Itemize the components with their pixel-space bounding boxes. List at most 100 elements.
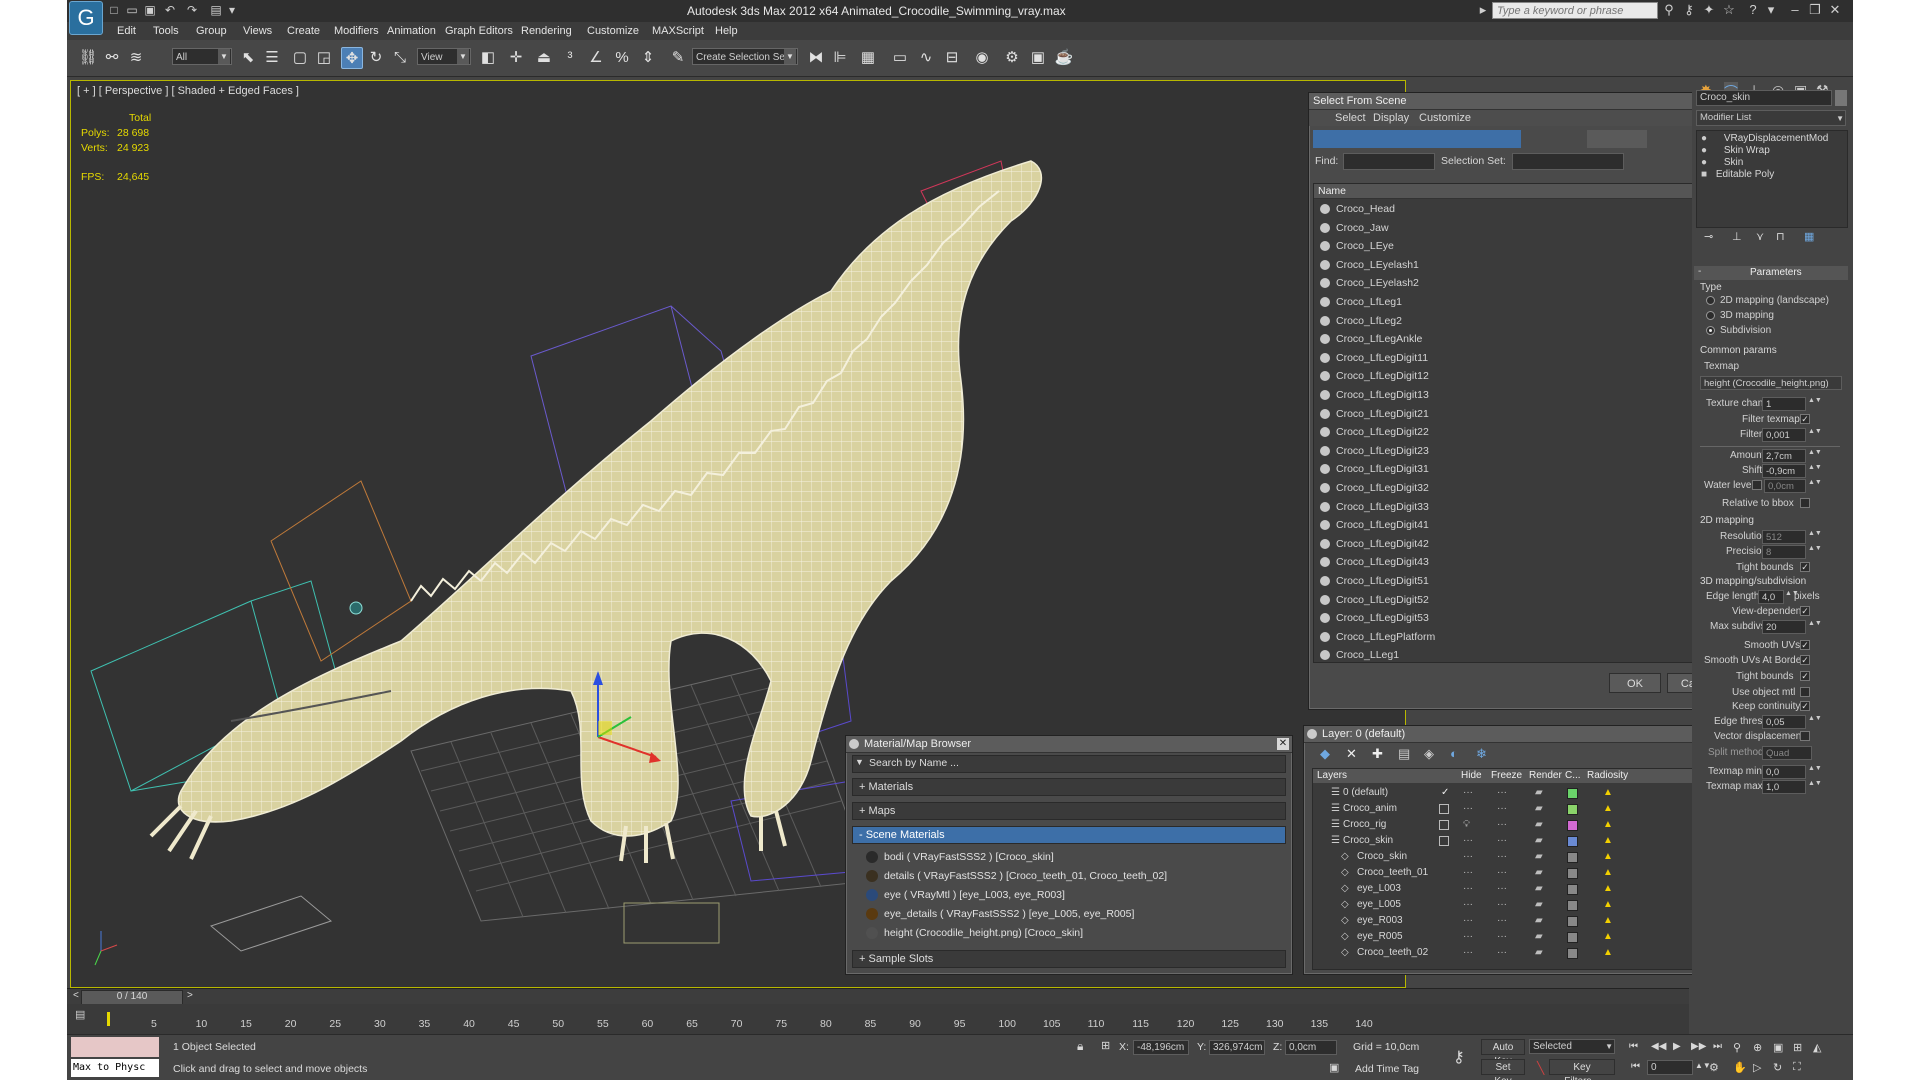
materials-section[interactable]: + Materials (852, 778, 1286, 796)
layer-color-swatch[interactable] (1567, 868, 1578, 879)
keyword-search-input[interactable] (1492, 2, 1658, 19)
sfs-list-options-bar[interactable] (1587, 130, 1647, 148)
key-mode-icon[interactable]: ⚷ (1453, 1047, 1465, 1067)
key-mode-toggle-icon[interactable]: ⏮ (1631, 1061, 1640, 1072)
render-toggle-icon[interactable]: ▰ (1535, 833, 1543, 849)
project-folder-icon[interactable]: ▤ (209, 3, 223, 17)
spinner-icon[interactable]: ▲▼ (1808, 449, 1822, 463)
layer-color-swatch[interactable] (1567, 836, 1578, 847)
align-icon[interactable]: ⊫ (829, 47, 851, 69)
maxscript-mini-listener[interactable]: Max to Physc (71, 1059, 159, 1077)
current-frame-field[interactable]: 0 (1647, 1060, 1693, 1075)
keyboard-shortcut-override-icon[interactable]: ⏏ (533, 47, 555, 69)
select-and-rotate-icon[interactable]: ↻ (365, 47, 387, 69)
unlink-icon[interactable]: ⚯ (101, 47, 123, 69)
time-slider-thumb[interactable]: 0 / 140 (81, 990, 183, 1005)
texmap-button[interactable]: height (Crocodile_height.png) (1700, 376, 1842, 390)
menu-views[interactable]: Views (243, 25, 272, 37)
maps-section[interactable]: + Maps (852, 802, 1286, 820)
hide-toggle-icon[interactable]: ··· (1463, 945, 1473, 961)
sfs-column-header[interactable]: Name (1314, 184, 1710, 199)
table-row[interactable]: ◇ eye_R003 ··· ··· ▰ ▲ (1313, 913, 1735, 929)
hide-toggle-icon[interactable]: ··· (1463, 785, 1473, 801)
snaps-toggle-icon[interactable]: ³ (559, 47, 581, 69)
select-and-move-icon[interactable]: ✥ (341, 47, 363, 69)
stack-item-skin-wrap[interactable]: ● Skin Wrap (1701, 145, 1770, 156)
list-item[interactable]: Croco_LfLegDigit41 (1318, 516, 1714, 534)
list-item[interactable]: Croco_LfLegDigit21 (1318, 405, 1714, 423)
radiosity-toggle-icon[interactable]: ▲ (1603, 817, 1613, 833)
graphite-ribbon-icon[interactable]: ▭ (889, 47, 911, 69)
table-row[interactable]: ☰ Croco_rig 💡︎ ··· ▰ ▲ (1313, 817, 1735, 833)
modifier-stack[interactable]: ● VRayDisplacementMod ● Skin Wrap ● Skin… (1696, 130, 1848, 228)
auto-key-button[interactable]: Auto Key (1481, 1039, 1525, 1067)
list-item[interactable]: Croco_LEyelash1 (1318, 256, 1714, 274)
chevron-down-icon[interactable]: ▼ (855, 757, 864, 767)
list-item[interactable]: Croco_LfLegDigit11 (1318, 349, 1714, 367)
smooth-uvs-checkbox[interactable]: ✓ (1800, 640, 1810, 650)
window-crossing-icon[interactable]: ◲ (313, 47, 335, 69)
key-filters-button[interactable]: Key Filters... (1549, 1059, 1615, 1080)
schematic-view-icon[interactable]: ⊟ (941, 47, 963, 69)
list-item[interactable]: Croco_LfLegDigit42 (1318, 535, 1714, 553)
spinner-icon[interactable]: ▲▼ (1808, 715, 1822, 729)
spinner-icon[interactable]: ▲▼ (1808, 530, 1822, 544)
resolution-field[interactable]: 512 (1762, 530, 1806, 544)
table-row[interactable]: ◇ Croco_teeth_02 ··· ··· ▰ ▲ (1313, 945, 1735, 961)
list-item[interactable]: Croco_LfLegDigit53 (1318, 609, 1714, 627)
mirror-icon[interactable]: ⧓ (805, 47, 827, 69)
render-toggle-icon[interactable]: ▰ (1535, 913, 1543, 929)
render-toggle-icon[interactable]: ▰ (1535, 849, 1543, 865)
freeze-toggle-icon[interactable]: ··· (1497, 849, 1507, 865)
layer-color-swatch[interactable] (1567, 804, 1578, 815)
selection-filter-dropdown[interactable]: All ▼ (172, 48, 232, 65)
material-item[interactable]: eye_details ( VRayFastSSS2 ) [eye_L005, … (864, 905, 1284, 923)
material-item[interactable]: eye ( VRayMtl ) [eye_L003, eye_R003] (864, 886, 1284, 904)
field-of-view-icon[interactable]: ◭ (1813, 1041, 1821, 1054)
spinner-icon[interactable]: ▲▼ (1808, 428, 1822, 442)
sfs-object-list[interactable]: Name Croco_Head Croco_Jaw Croco_LEye Croco_… (1313, 183, 1725, 663)
render-toggle-icon[interactable]: ▰ (1535, 801, 1543, 817)
radiosity-toggle-icon[interactable]: ▲ (1603, 865, 1613, 881)
freeze-toggle-icon[interactable]: ··· (1497, 801, 1507, 817)
expand-icon[interactable]: ■ (1701, 169, 1707, 180)
zoom-all-icon[interactable]: ⊕ (1753, 1041, 1762, 1054)
viewport-label[interactable]: [ + ] [ Perspective ] [ Shaded + Edged F… (77, 85, 299, 97)
menu-tools[interactable]: Tools (153, 25, 179, 37)
stack-item-editable-poly[interactable]: ■ Editable Poly (1701, 169, 1774, 180)
curve-editor-icon[interactable]: ∿ (915, 47, 937, 69)
menu-group[interactable]: Group (196, 25, 227, 37)
hide-toggle-icon[interactable]: ··· (1463, 849, 1473, 865)
chevron-down-icon[interactable]: ▾ (1763, 2, 1779, 18)
layer-color-swatch[interactable] (1567, 820, 1578, 831)
list-item[interactable]: Croco_LfLegDigit31 (1318, 460, 1714, 478)
render-setup-icon[interactable]: ⚙ (1001, 47, 1023, 69)
table-row[interactable]: ◇ Croco_teeth_01 ··· ··· ▰ ▲ (1313, 865, 1735, 881)
stack-item-vraydisplacement[interactable]: ● VRayDisplacementMod (1701, 133, 1828, 144)
layer-column-hide[interactable]: Hide (1461, 770, 1482, 781)
reference-coordinate-dropdown[interactable]: View ▼ (417, 48, 471, 65)
zoom-extents-all-icon[interactable]: ⊞ (1793, 1041, 1802, 1054)
previous-frame-icon[interactable]: ◀◀ (1651, 1041, 1666, 1052)
material-editor-icon[interactable]: ◉ (971, 47, 993, 69)
link-icon[interactable]: ⛓ (77, 47, 99, 69)
radiosity-toggle-icon[interactable]: ▲ (1603, 801, 1613, 817)
freeze-toggle-icon[interactable]: ··· (1497, 865, 1507, 881)
sfs-selection-set-dropdown[interactable] (1512, 153, 1624, 170)
list-item[interactable]: Croco_LfLegDigit22 (1318, 423, 1714, 441)
maxscript-listener[interactable] (71, 1037, 159, 1057)
render-toggle-icon[interactable]: ▰ (1535, 945, 1543, 961)
sample-slots-section[interactable]: + Sample Slots (852, 950, 1286, 968)
current-layer-check-icon[interactable]: ✓ (1441, 785, 1449, 801)
list-item[interactable]: Croco_LfLegAnkle (1318, 330, 1714, 348)
add-to-layer-icon[interactable]: ✚ (1372, 746, 1383, 762)
menu-customize[interactable]: Customize (587, 25, 639, 37)
layer-color-swatch[interactable] (1567, 916, 1578, 927)
radiosity-toggle-icon[interactable]: ▲ (1603, 785, 1613, 801)
radio-subdivision[interactable] (1706, 326, 1715, 335)
app-menu-logo-icon[interactable]: G (69, 1, 103, 35)
keep-continuity-checkbox[interactable]: ✓ (1800, 701, 1810, 711)
layer-column-layers[interactable]: Layers (1317, 770, 1347, 781)
save-icon[interactable]: ▣ (143, 3, 157, 17)
radio-2d-mapping[interactable] (1706, 296, 1715, 305)
